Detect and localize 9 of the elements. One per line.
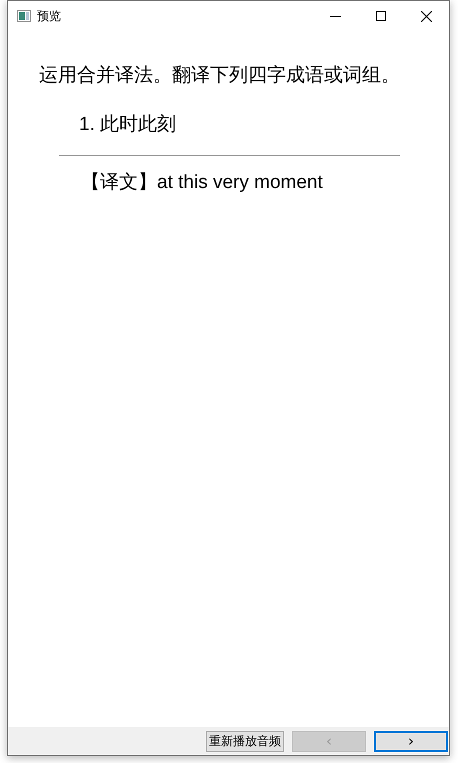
answer-text: 【译文】at this very moment [81,171,324,195]
replay-audio-button[interactable]: 重新播放音频 [206,730,284,752]
next-button[interactable]: › [374,730,448,752]
question-text: 1. 此时此刻 [79,113,178,137]
app-icon [17,10,31,22]
close-icon[interactable] [421,10,432,22]
maximize-icon[interactable] [376,11,386,21]
window-title: 预览 [37,8,61,24]
instruction-text: 运用合并译法。翻译下列四字成语或词组。 [39,64,401,88]
